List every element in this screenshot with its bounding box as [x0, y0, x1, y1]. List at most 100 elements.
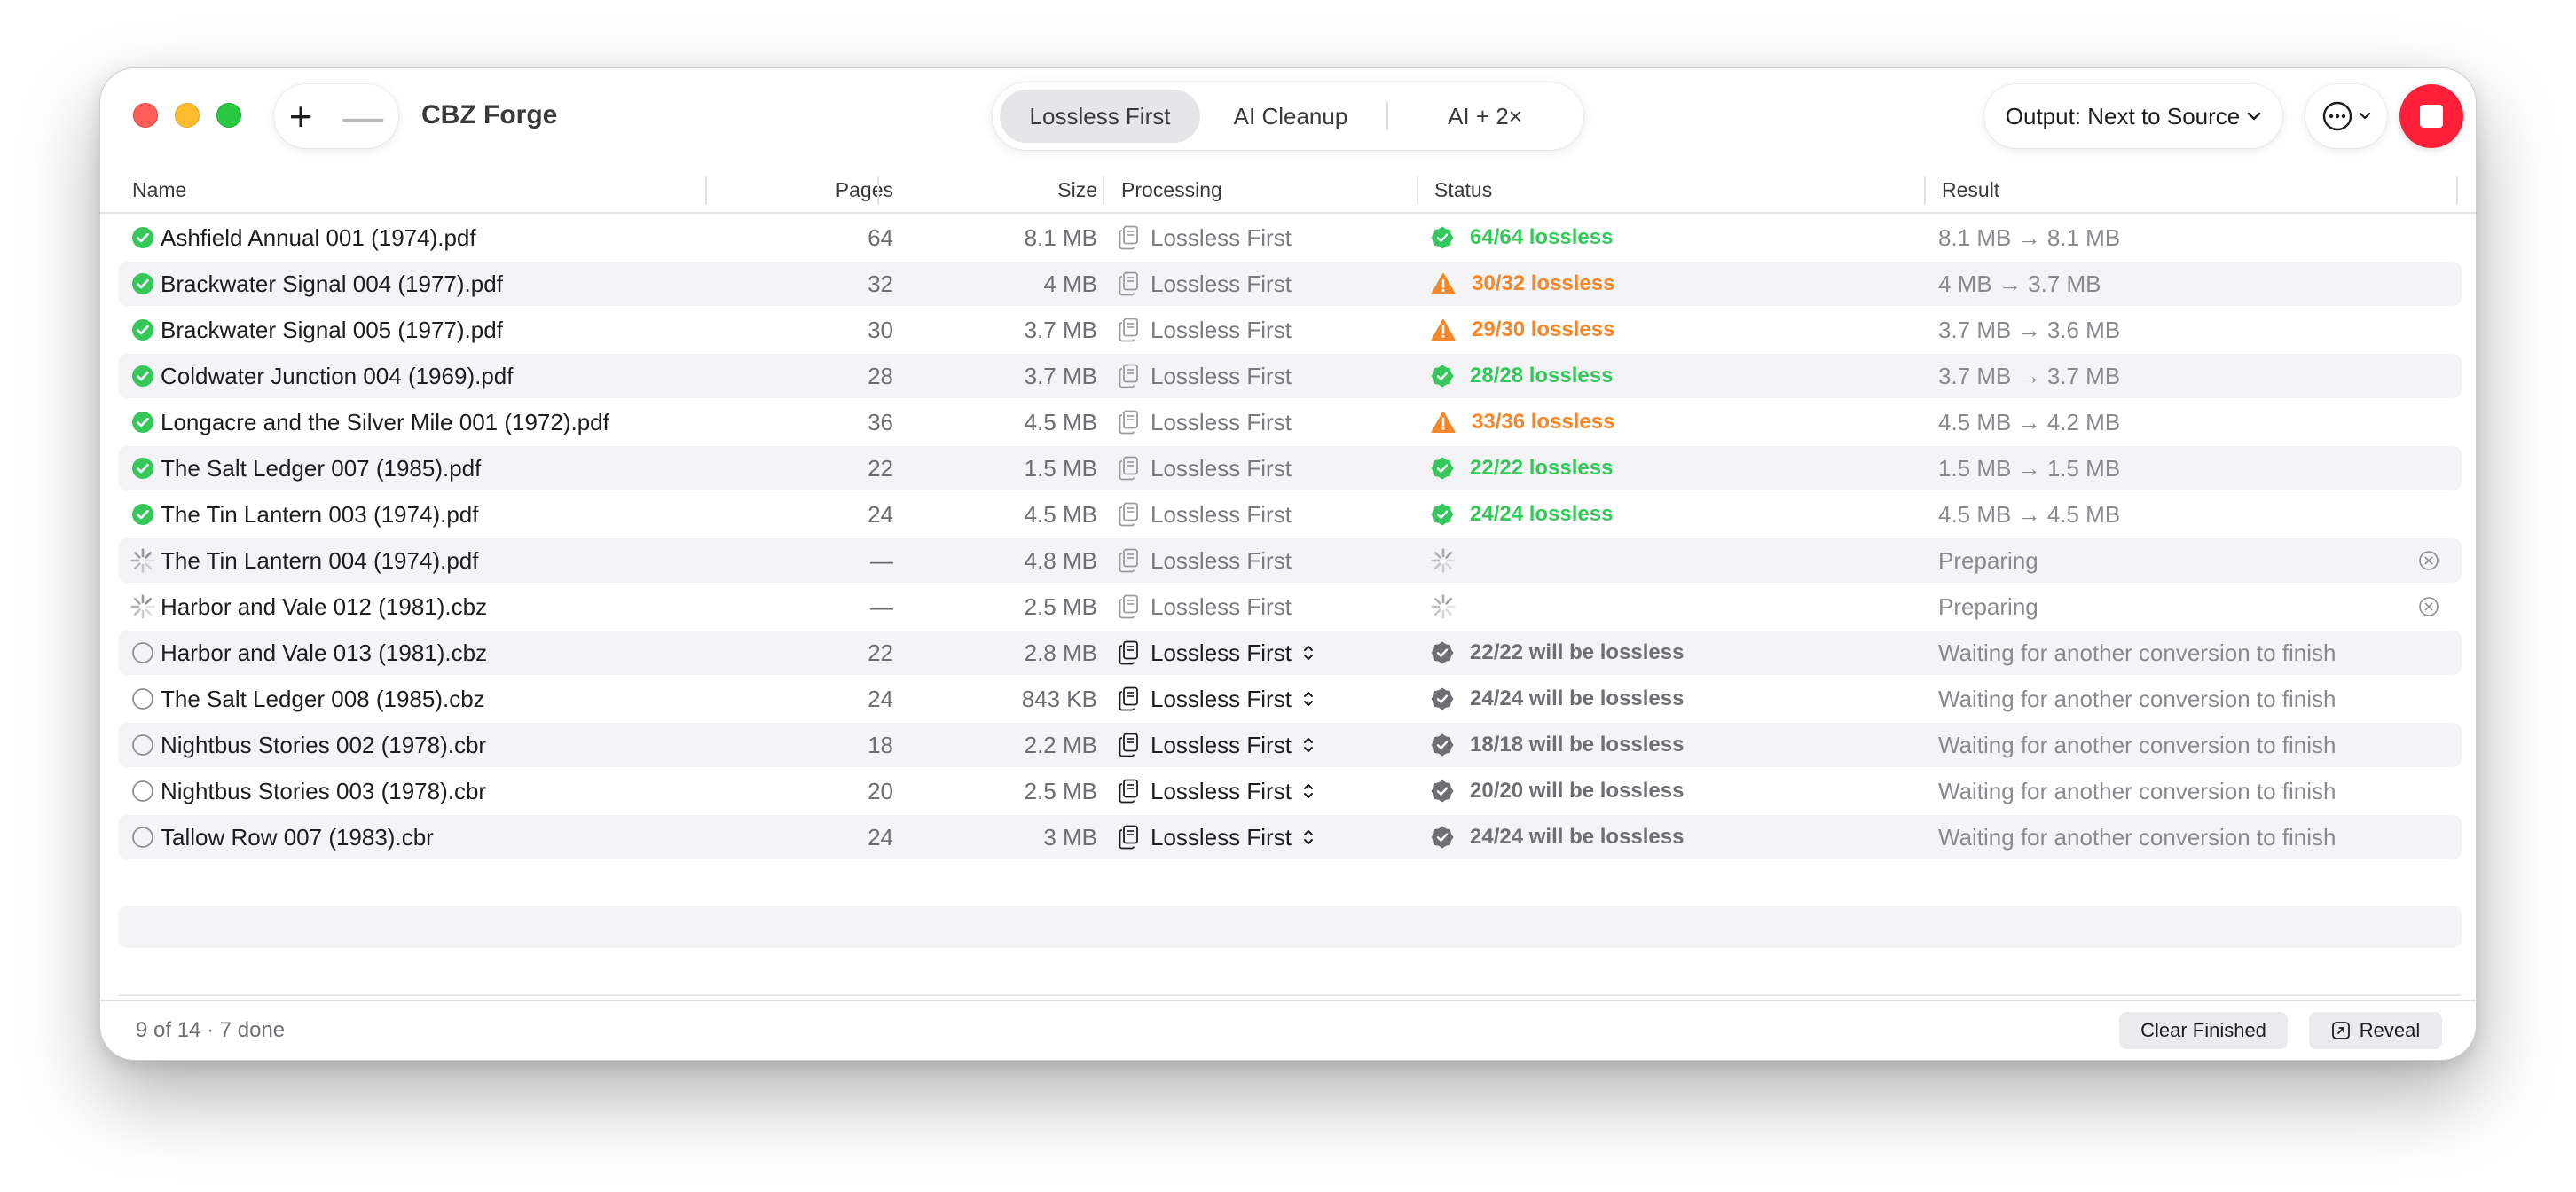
- table-row[interactable]: Nightbus Stories 003 (1978).cbr 20 2.5 MB L…: [118, 769, 2462, 813]
- table-bottom-divider: [118, 994, 2462, 996]
- zoom-window-button[interactable]: [216, 103, 241, 128]
- page-count: 20: [868, 777, 893, 804]
- status-label: 33/36 lossless: [1472, 410, 1615, 434]
- table-row[interactable]: Coldwater Junction 004 (1969).pdf 28 3.7 M…: [118, 354, 2462, 398]
- cancel-conversion-button[interactable]: [2415, 538, 2442, 583]
- row-state-indicator: [130, 446, 155, 490]
- processing-mode-popup[interactable]: Lossless First: [1119, 769, 1315, 813]
- status-label: 29/30 lossless: [1472, 318, 1615, 341]
- processing-mode-popup[interactable]: Lossless First: [1119, 815, 1315, 859]
- processing-mode: Lossless First: [1119, 262, 1292, 306]
- page-count: 28: [868, 362, 893, 389]
- more-actions-button[interactable]: [2305, 84, 2387, 148]
- document-stack-icon: [1119, 733, 1138, 757]
- table-row[interactable]: Tallow Row 007 (1983).cbr 24 3 MB Lossless …: [118, 815, 2462, 859]
- mode-lossless-first[interactable]: Lossless First: [1000, 90, 1200, 143]
- table-row[interactable]: Brackwater Signal 004 (1977).pdf 32 4 MB Lo…: [118, 262, 2462, 306]
- table-row[interactable]: The Tin Lantern 004 (1974).pdf — 4.8 MB Los…: [118, 538, 2462, 583]
- processing-mode-popup[interactable]: Lossless First: [1119, 677, 1315, 721]
- processing-mode: Lossless First: [1119, 308, 1292, 352]
- result-text: Preparing: [1938, 546, 2038, 574]
- mode-ai-2x[interactable]: AI + 2×: [1394, 90, 1576, 143]
- processing-mode: Lossless First: [1119, 538, 1292, 583]
- table-row[interactable]: Nightbus Stories 002 (1978).cbr 18 2.2 MB L…: [118, 723, 2462, 767]
- row-state-indicator: [130, 538, 155, 583]
- document-stack-icon: [1119, 548, 1138, 573]
- file-name: Longacre and the Silver Mile 001 (1972).…: [161, 408, 609, 435]
- stop-button[interactable]: [2399, 84, 2463, 148]
- minimize-window-button[interactable]: [175, 103, 200, 128]
- document-stack-icon: [1119, 686, 1138, 711]
- output-location-label: Output: Next to Source: [2005, 102, 2241, 129]
- window-title: CBZ Forge: [421, 100, 558, 129]
- column-header-processing[interactable]: Processing: [1121, 166, 1222, 214]
- conversion-status: 24/24 will be lossless: [1431, 677, 1684, 721]
- empty-circle-icon: [132, 642, 153, 663]
- file-size: 2.5 MB: [1024, 777, 1097, 804]
- warning-triangle-icon: [1431, 319, 1456, 341]
- spinner-icon: [1431, 548, 1456, 573]
- empty-circle-icon: [132, 780, 153, 802]
- column-divider[interactable]: [1417, 176, 1418, 205]
- column-divider[interactable]: [2456, 176, 2458, 205]
- file-size: 843 KB: [1021, 685, 1097, 712]
- chevron-down-icon: [2359, 112, 2371, 120]
- check-circle-icon: [132, 273, 153, 294]
- status-label: 24/24 will be lossless: [1470, 825, 1685, 849]
- column-header-pages[interactable]: Pages: [716, 166, 893, 214]
- file-size: 4 MB: [1043, 270, 1097, 297]
- column-divider[interactable]: [1924, 176, 1926, 205]
- table-row[interactable]: Brackwater Signal 005 (1977).pdf 30 3.7 MB…: [118, 308, 2462, 352]
- check-circle-icon: [132, 365, 153, 387]
- remove-file-button[interactable]: —: [342, 96, 383, 137]
- add-file-button[interactable]: +: [289, 96, 313, 137]
- column-header-name[interactable]: Name: [132, 166, 186, 214]
- column-header-size[interactable]: Size: [881, 166, 1097, 214]
- clear-finished-button[interactable]: Clear Finished: [2119, 1012, 2288, 1049]
- conversion-status: 22/22 will be lossless: [1431, 631, 1684, 675]
- column-divider[interactable]: [1103, 176, 1104, 205]
- table-row[interactable]: The Salt Ledger 008 (1985).cbz 24 843 KB Lo…: [118, 677, 2462, 721]
- check-seal-icon: [1431, 826, 1454, 849]
- result-text: 3.7 MB → 3.6 MB: [1938, 316, 2121, 343]
- mode-ai-cleanup[interactable]: AI Cleanup: [1200, 90, 1381, 143]
- up-down-chevron-icon: [1303, 784, 1313, 798]
- check-seal-icon: [1431, 641, 1454, 664]
- reveal-button[interactable]: Reveal: [2309, 1012, 2442, 1049]
- column-header-status[interactable]: Status: [1434, 166, 1492, 214]
- document-stack-icon: [1119, 410, 1138, 435]
- column-header-result[interactable]: Result: [1942, 166, 1999, 214]
- check-seal-icon: [1431, 503, 1454, 526]
- up-down-chevron-icon: [1303, 692, 1313, 706]
- table-row[interactable]: Harbor and Vale 012 (1981).cbz — 2.5 MB Los…: [118, 584, 2462, 629]
- result-text: 1.5 MB → 1.5 MB: [1938, 454, 2121, 482]
- table-row[interactable]: Ashfield Annual 001 (1974).pdf 64 8.1 MB Lo…: [118, 216, 2462, 260]
- document-stack-icon: [1119, 502, 1138, 527]
- document-stack-icon: [1119, 271, 1138, 296]
- column-divider[interactable]: [705, 176, 707, 205]
- result-text: Waiting for another conversion to finish: [1938, 685, 2336, 712]
- file-name: Harbor and Vale 012 (1981).cbz: [161, 592, 488, 620]
- ellipsis-circle-icon: [2322, 101, 2352, 131]
- mode-segmented-control: Lossless First AI Cleanup AI + 2×: [993, 82, 1583, 150]
- status-label: 24/24 lossless: [1470, 502, 1614, 526]
- column-divider[interactable]: [877, 176, 879, 205]
- check-circle-icon: [132, 412, 153, 433]
- result-text: 3.7 MB → 3.7 MB: [1938, 362, 2121, 389]
- table-row[interactable]: The Tin Lantern 003 (1974).pdf 24 4.5 MB Lo…: [118, 492, 2462, 537]
- table-row[interactable]: The Salt Ledger 007 (1985).pdf 22 1.5 MB Lo…: [118, 446, 2462, 490]
- table-row[interactable]: Longacre and the Silver Mile 001 (1972).…: [118, 400, 2462, 444]
- table-row[interactable]: Harbor and Vale 013 (1981).cbz 22 2.8 MB Lo…: [118, 631, 2462, 675]
- output-location-popup[interactable]: Output: Next to Source: [1984, 84, 2282, 148]
- processing-mode-popup[interactable]: Lossless First: [1119, 723, 1315, 767]
- result-text: Waiting for another conversion to finish: [1938, 731, 2336, 758]
- file-name: Ashfield Annual 001 (1974).pdf: [161, 224, 476, 251]
- processing-mode-label: Lossless First: [1151, 546, 1292, 574]
- file-name: The Tin Lantern 004 (1974).pdf: [161, 546, 479, 574]
- file-size: 8.1 MB: [1024, 224, 1097, 251]
- cancel-conversion-button[interactable]: [2415, 584, 2442, 629]
- close-window-button[interactable]: [133, 103, 158, 128]
- result-text: Waiting for another conversion to finish: [1938, 639, 2336, 666]
- document-stack-icon: [1119, 456, 1138, 481]
- processing-mode-popup[interactable]: Lossless First: [1119, 631, 1315, 675]
